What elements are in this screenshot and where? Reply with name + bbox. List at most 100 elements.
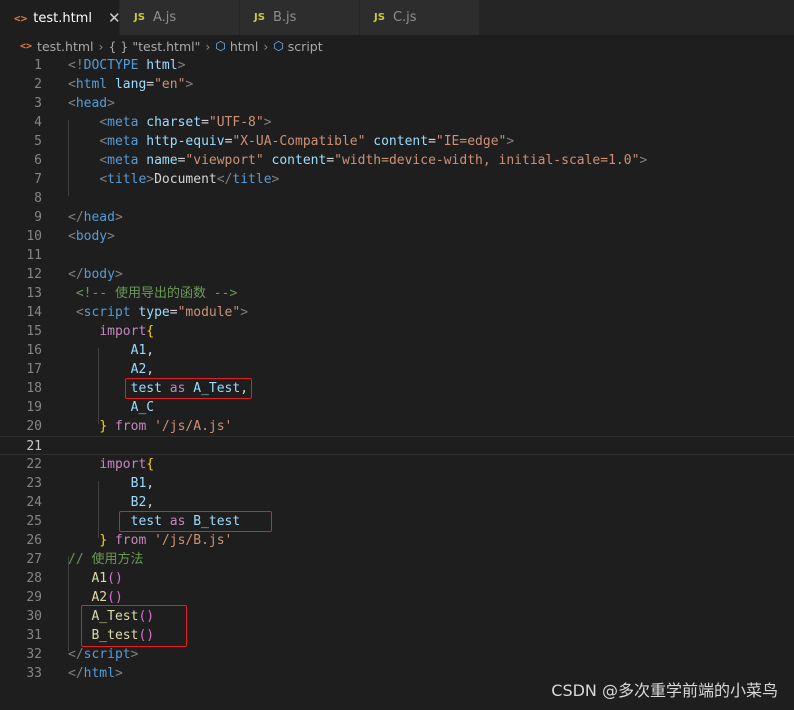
code-token: html [146,58,178,73]
code-token: < [99,153,108,168]
code-line[interactable]: 14 <script type="module"> [0,303,794,322]
code-line[interactable]: 6 <meta name="viewport" content="width=d… [0,151,794,170]
code-line[interactable]: 1 <!DOCTYPE html> [0,56,794,75]
line-number: 28 [26,571,42,586]
line-number: 13 [26,286,42,301]
code-token: < [99,134,108,149]
code-token: name [146,153,178,168]
tab-a-js[interactable]: JS A.js [120,0,240,35]
code-line[interactable]: 21 [0,436,794,455]
code-token: A2 [130,362,147,377]
code-line[interactable]: 19 A_C [0,398,794,417]
code-token: , [146,362,155,377]
line-number: 9 [34,210,42,225]
code-line[interactable]: 11 [0,246,794,265]
highlight-box-a-test [125,378,252,399]
code-token: body [83,267,115,282]
code-token: > [114,267,123,282]
breadcrumb-script[interactable]: script [288,39,323,54]
code-token: < [99,172,108,187]
code-token: content [271,153,327,168]
line-number: 6 [34,153,42,168]
code-line[interactable]: 16 A1, [0,341,794,360]
close-icon[interactable]: ✕ [108,9,121,27]
code-line[interactable]: 3 <head> [0,94,794,113]
code-token: > [107,96,115,111]
code-text: A1() [68,569,123,588]
code-text: import{ [68,322,154,341]
code-line[interactable]: 12 </body> [0,265,794,284]
code-token: </ [68,267,84,282]
code-line[interactable]: 15 import{ [0,322,794,341]
tab-label: A.js [152,10,177,25]
code-token: A2 [91,590,108,605]
code-line[interactable]: 10 <body> [0,227,794,246]
tab-label: B.js [272,10,297,25]
code-text: A2, [68,360,154,379]
code-token: Document [154,172,217,187]
breadcrumb-file[interactable]: test.html [37,39,93,54]
code-line[interactable]: 17 A2, [0,360,794,379]
code-token: from [114,533,147,548]
code-token: </ [216,172,233,187]
line-number: 17 [26,362,42,377]
code-token: "module" [177,305,241,320]
code-line[interactable]: 2 <html lang="en"> [0,75,794,94]
code-token: = [146,77,155,92]
code-text: <!-- 使用导出的函数 --> [68,284,237,303]
tab-test-html[interactable]: <> test.html ✕ [0,0,121,35]
code-line[interactable]: 9 </head> [0,208,794,227]
code-token: = [201,115,209,130]
watermark: CSDN @多次重学前端的小菜鸟 [551,681,778,700]
code-line[interactable]: 23 B1, [0,474,794,493]
line-number: 26 [26,533,42,548]
code-token: meta [107,134,139,149]
code-text: <script type="module"> [68,303,248,322]
code-line[interactable]: 22 import{ [0,455,794,474]
code-token: title [232,172,272,187]
code-token: html [75,77,108,92]
html-file-icon: <> [14,11,28,25]
code-text: // 使用方法 [68,550,143,569]
code-editor[interactable]: 1 <!DOCTYPE html> 2 <html lang="en"> 3 <head>… [0,56,794,696]
code-line[interactable]: 5 <meta http-equiv = "X-UA-Compatible" con… [0,132,794,151]
code-token: DOCTYPE [83,58,139,73]
code-line[interactable]: 24 B2, [0,493,794,512]
code-token: // 使用方法 [68,552,144,567]
tab-b-js[interactable]: JS B.js [240,0,360,35]
code-line[interactable]: 7 <title>Document</title> [0,170,794,189]
line-number: 5 [34,134,42,149]
code-token: = [326,153,335,168]
line-number: 15 [26,324,42,339]
code-line[interactable]: 32 </script> [0,645,794,664]
code-line[interactable]: 13 <!-- 使用导出的函数 --> [0,284,794,303]
code-token: () [107,571,123,586]
code-line[interactable]: 20 } from '/js/A.js' [0,417,794,436]
code-text: B2, [68,493,154,512]
code-line[interactable]: 8 [0,189,794,208]
breadcrumb-block[interactable]: "test.html" [132,39,200,54]
breadcrumb-html[interactable]: html [230,39,258,54]
code-line[interactable]: 26 } from '/js/B.js' [0,531,794,550]
code-line[interactable]: 27 // 使用方法 [0,550,794,569]
line-number: 24 [26,495,42,510]
line-number: 32 [26,647,42,662]
code-token: meta [107,115,139,130]
code-token: { [146,457,155,472]
code-token: > [114,666,123,681]
code-token: A1 [91,571,108,586]
tab-c-js[interactable]: JS C.js [360,0,480,35]
code-line[interactable]: 4 <meta charset="UTF-8"> [0,113,794,132]
code-line[interactable]: 18 test as A_Test, [0,379,794,398]
code-token: < [99,115,108,130]
code-text: <!DOCTYPE html> [68,56,185,75]
tab-bar: <> test.html ✕ JS A.js JS B.js JS C.js [0,0,794,35]
code-line[interactable]: 28 A1() [0,569,794,588]
